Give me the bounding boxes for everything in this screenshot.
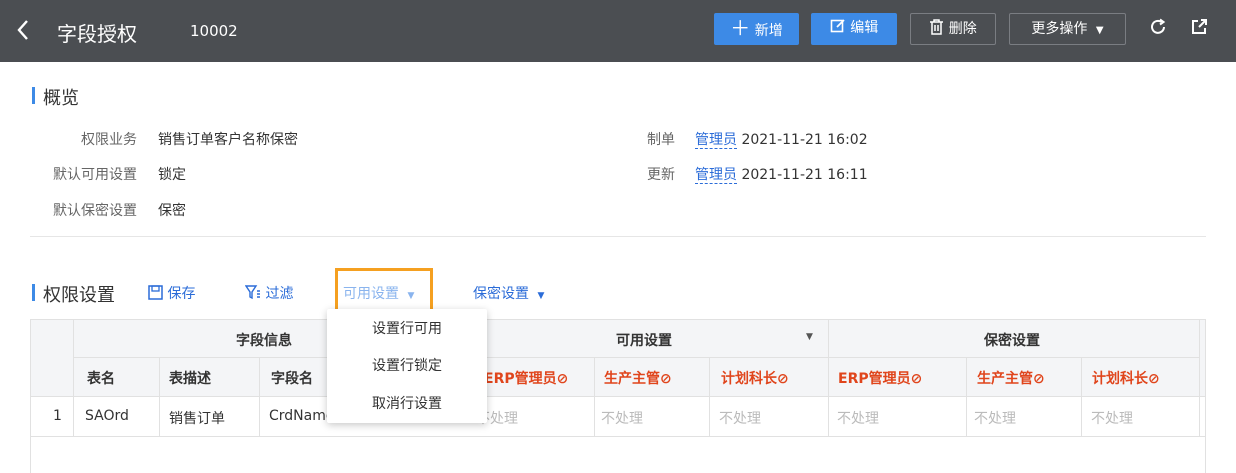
save-button[interactable]: 保存 <box>148 283 195 303</box>
top-bar: 字段授权 10002 ＋ 新增 编辑 删除 更多操作 ▼ <box>0 0 1236 62</box>
row-number: 1 <box>53 408 62 424</box>
col-secret-role1[interactable]: ERP管理员⊘ <box>838 368 922 388</box>
section-marker <box>32 284 35 301</box>
field-label: 默认保密设置 <box>53 203 137 219</box>
created-time: 2021-11-21 16:02 <box>741 132 868 148</box>
cell-avail-role2[interactable]: 不处理 <box>601 408 643 428</box>
field-value: 保密 <box>158 203 186 219</box>
cell-table-name[interactable]: SAOrd <box>85 408 129 424</box>
edit-button[interactable]: 编辑 <box>811 13 897 45</box>
overview-title: 概览 <box>43 88 79 109</box>
field-value: 锁定 <box>158 167 186 183</box>
caret-down-icon[interactable]: ▼ <box>806 332 813 342</box>
permission-title: 权限设置 <box>43 285 115 306</box>
filter-button[interactable]: 过滤 <box>244 283 293 303</box>
updated-user-link[interactable]: 管理员 <box>695 167 737 184</box>
created-info: 管理员 2021-11-21 16:02 <box>695 129 868 149</box>
secret-settings-dropdown[interactable]: 保密设置 ▼ <box>473 283 544 303</box>
field-label: 默认可用设置 <box>53 167 137 183</box>
col-field-name[interactable]: 字段名 <box>271 368 313 388</box>
col-secret-role3[interactable]: 计划科长⊘ <box>1092 368 1160 388</box>
updated-time: 2021-11-21 16:11 <box>741 167 868 183</box>
section-marker <box>32 87 35 104</box>
updated-info: 管理员 2021-11-21 16:11 <box>695 164 868 184</box>
col-table-desc[interactable]: 表描述 <box>169 368 211 388</box>
back-arrow-icon[interactable] <box>16 14 38 46</box>
trash-icon <box>929 19 948 37</box>
record-code: 10002 <box>190 22 238 40</box>
col-avail-role1[interactable]: ERP管理员⊘ <box>484 368 568 388</box>
menu-item-set-available[interactable]: 设置行可用 <box>327 313 487 345</box>
cell-avail-role3[interactable]: 不处理 <box>719 408 761 428</box>
group-header-field-info: 字段信息 <box>236 333 292 349</box>
col-table-name[interactable]: 表名 <box>87 368 115 388</box>
caret-down-icon: ▼ <box>537 291 545 301</box>
field-value: 销售订单客户名称保密 <box>158 132 298 148</box>
add-button[interactable]: ＋ 新增 <box>714 13 799 45</box>
open-external-icon[interactable] <box>1188 18 1210 40</box>
available-settings-menu: 设置行可用 设置行锁定 取消行设置 <box>327 309 487 423</box>
page-title: 字段授权 <box>57 22 137 46</box>
link-icon: ⊘ <box>910 371 923 387</box>
highlight-box <box>335 268 433 312</box>
cell-field-name[interactable]: CrdName <box>269 408 334 424</box>
section-divider <box>30 236 1206 237</box>
col-avail-role3[interactable]: 计划科长⊘ <box>721 368 789 388</box>
field-label: 权限业务 <box>81 132 137 148</box>
cell-secret-role2[interactable]: 不处理 <box>974 408 1016 428</box>
cell-secret-role3[interactable]: 不处理 <box>1091 408 1133 428</box>
cell-secret-role1[interactable]: 不处理 <box>837 408 879 428</box>
menu-item-cancel-setting[interactable]: 取消行设置 <box>327 388 487 420</box>
caret-down-icon: ▼ <box>1095 25 1104 36</box>
menu-item-set-locked[interactable]: 设置行锁定 <box>327 350 487 382</box>
cell-table-desc[interactable]: 销售订单 <box>169 408 225 428</box>
delete-button[interactable]: 删除 <box>910 13 996 45</box>
save-icon <box>148 285 167 302</box>
refresh-icon[interactable] <box>1147 18 1169 40</box>
filter-icon <box>244 285 265 302</box>
link-icon: ⊘ <box>777 371 789 387</box>
created-label: 制单 <box>647 132 675 148</box>
plus-icon: ＋ <box>730 16 751 40</box>
link-icon: ⊘ <box>660 371 672 387</box>
created-user-link[interactable]: 管理员 <box>695 132 737 149</box>
edit-icon <box>830 19 850 36</box>
updated-label: 更新 <box>647 167 675 183</box>
permission-grid: 字段信息 可用设置 ▼ 保密设置 表名 表描述 字段名 ERP管理员⊘ 生产主管… <box>30 319 1206 473</box>
col-secret-role2[interactable]: 生产主管⊘ <box>977 368 1045 388</box>
col-avail-role2[interactable]: 生产主管⊘ <box>604 368 672 388</box>
group-header-secret: 保密设置 <box>984 333 1040 349</box>
link-icon: ⊘ <box>1033 371 1045 387</box>
link-icon: ⊘ <box>556 371 569 387</box>
link-icon: ⊘ <box>1148 371 1160 387</box>
more-actions-dropdown[interactable]: 更多操作 ▼ <box>1009 13 1126 45</box>
group-header-available: 可用设置 <box>616 333 672 349</box>
